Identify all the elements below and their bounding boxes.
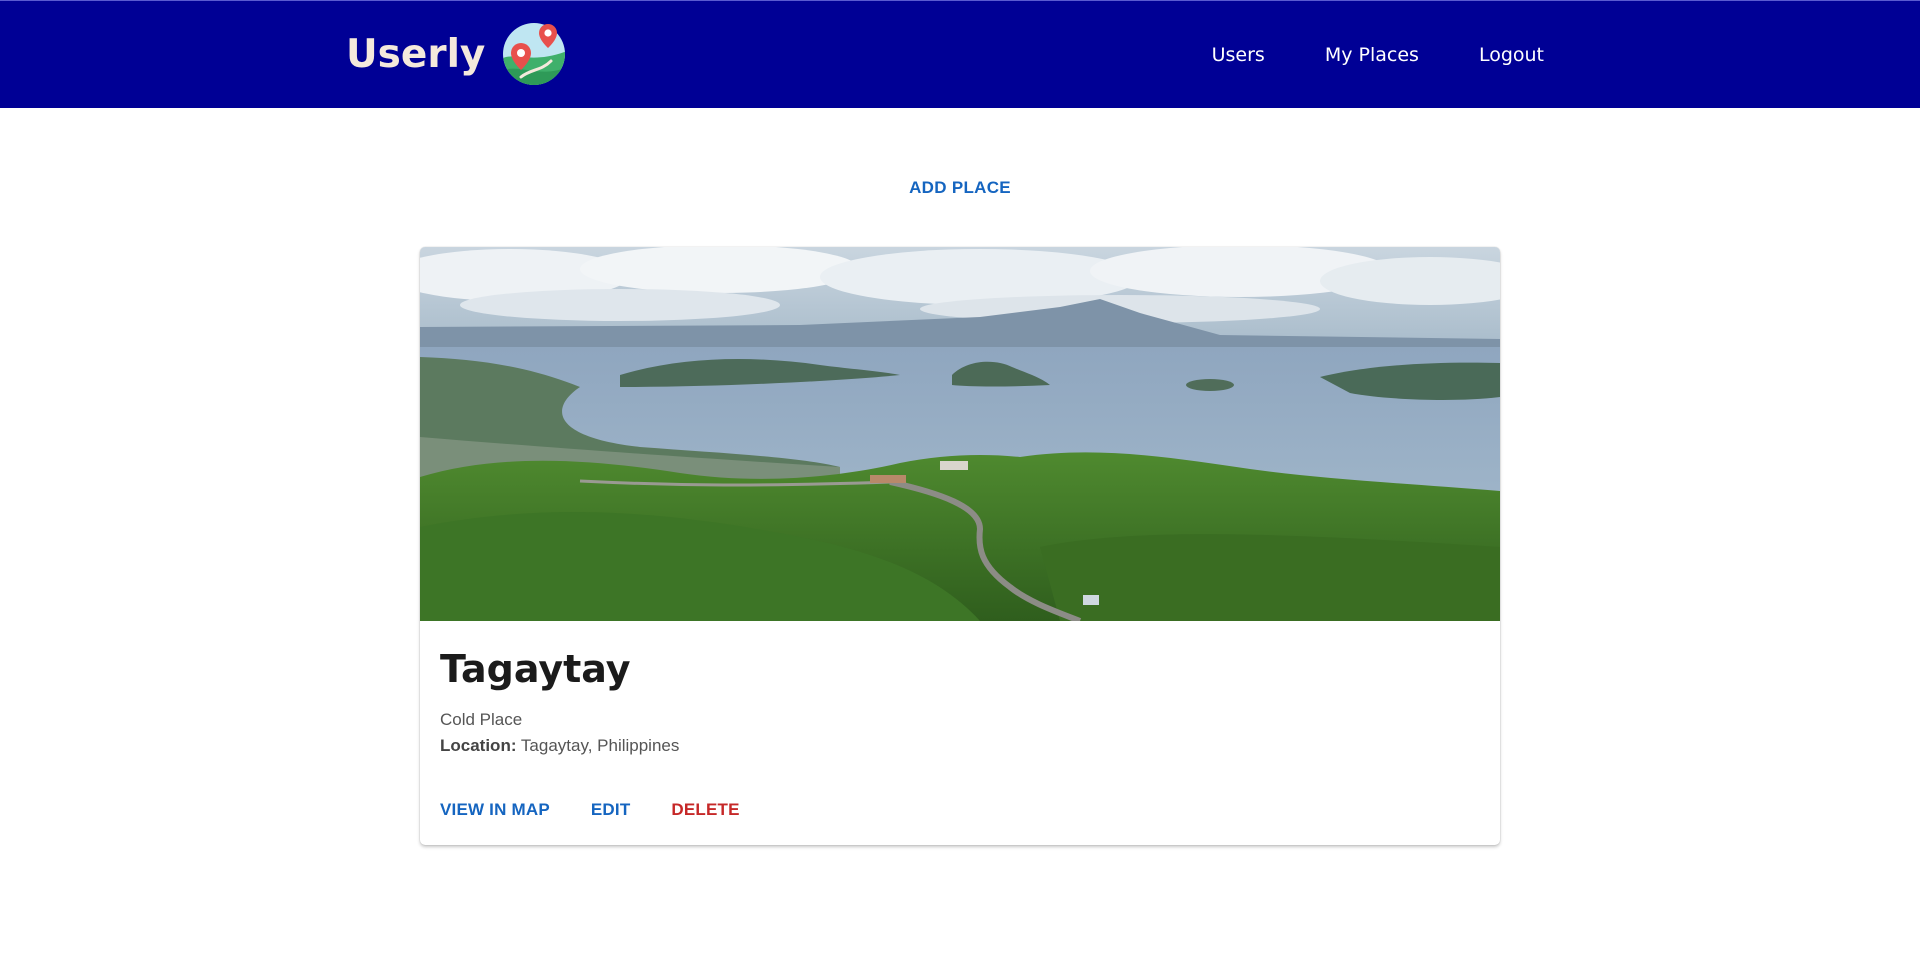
place-actions: VIEW IN MAP EDIT DELETE (440, 800, 740, 820)
add-place-bar: ADD PLACE (0, 172, 1920, 204)
map-pins-logo-icon (503, 23, 566, 85)
brand-link[interactable]: Userly (346, 21, 567, 87)
view-in-map-button[interactable]: VIEW IN MAP (440, 800, 550, 820)
nav-logout[interactable]: Logout (1479, 44, 1544, 66)
main-header: Userly Users My Places Logout (0, 0, 1920, 108)
place-card: Tagaytay Cold Place Location: Tagaytay, … (420, 247, 1500, 845)
main-nav: Users My Places Logout (1212, 1, 1544, 109)
delete-button[interactable]: DELETE (671, 800, 739, 820)
place-image (420, 247, 1500, 621)
add-place-button[interactable]: ADD PLACE (899, 172, 1021, 204)
place-location: Location: Tagaytay, Philippines (440, 736, 679, 756)
nav-my-places[interactable]: My Places (1325, 44, 1419, 66)
place-description-text: Cold Place (440, 710, 523, 729)
nav-users[interactable]: Users (1212, 44, 1265, 66)
brand-name: Userly (346, 31, 486, 77)
place-title: Tagaytay (440, 647, 631, 691)
location-value: Tagaytay, Philippines (520, 736, 680, 755)
location-label: Location: (440, 736, 517, 755)
place-description: Cold Place (440, 710, 522, 730)
edit-button[interactable]: EDIT (591, 800, 631, 820)
